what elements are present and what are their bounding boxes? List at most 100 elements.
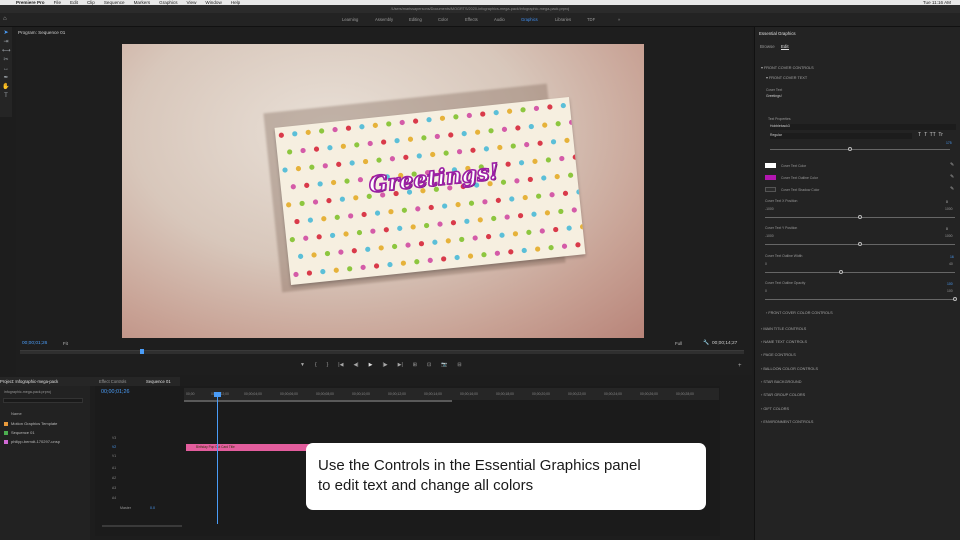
section-star-group-colors[interactable]: › STAR GROUP COLORS bbox=[761, 393, 805, 397]
section-front-cover-controls[interactable]: ▾ FRONT COVER CONTROLS bbox=[761, 65, 814, 70]
all-caps-button[interactable]: TT bbox=[930, 132, 936, 138]
export-frame-button[interactable]: 📷 bbox=[441, 362, 447, 370]
edit-tab[interactable]: Edit bbox=[781, 44, 789, 50]
selection-tool-icon[interactable]: ➤ bbox=[2, 30, 10, 36]
text-color-swatch[interactable] bbox=[765, 163, 776, 168]
more-workspaces-icon[interactable]: » bbox=[618, 17, 620, 22]
timeline-playhead-handle[interactable] bbox=[214, 392, 221, 397]
list-item[interactable]: philipp-berndt-170297-unsp bbox=[4, 439, 60, 444]
type-tool-icon[interactable]: T bbox=[2, 93, 10, 99]
pen-tool-icon[interactable]: ✒ bbox=[2, 75, 10, 81]
go-to-in-button[interactable]: |◀ bbox=[338, 362, 343, 370]
outline-opacity-slider[interactable] bbox=[765, 299, 955, 300]
tab-effect-controls[interactable]: Effect Controls bbox=[99, 377, 126, 386]
track-header-a4[interactable]: A4 bbox=[112, 496, 182, 504]
workspace-tab-editing[interactable]: Editing bbox=[409, 17, 422, 22]
slip-tool-icon[interactable]: ↔ bbox=[2, 66, 10, 72]
section-gift-colors[interactable]: › GIFT COLORS bbox=[761, 407, 789, 411]
font-select[interactable]: Hobbleback3 bbox=[770, 124, 956, 130]
x-position-slider-thumb[interactable] bbox=[858, 215, 862, 219]
lift-button[interactable]: ⊞ bbox=[413, 362, 417, 370]
mark-in-button[interactable]: { bbox=[315, 362, 317, 370]
shadow-color-swatch[interactable] bbox=[765, 187, 776, 192]
section-front-cover-text[interactable]: ▾ FRONT COVER TEXT bbox=[766, 75, 807, 80]
font-style-select[interactable]: Regular bbox=[770, 133, 912, 139]
timeline-ruler[interactable]: 00;00 00;00;02;00 00;00;04;00 00;00;06;0… bbox=[184, 388, 719, 400]
outline-width-value[interactable]: 16 bbox=[950, 255, 954, 259]
italic-button[interactable]: T bbox=[924, 132, 927, 138]
list-item[interactable]: Motion Graphics Template bbox=[4, 421, 57, 426]
ripple-edit-tool-icon[interactable]: ⟷ bbox=[2, 48, 11, 54]
home-icon[interactable]: ⌂ bbox=[3, 16, 7, 22]
section-main-title[interactable]: › MAIN TITLE CONTROLS bbox=[761, 327, 806, 331]
section-environment[interactable]: › ENVIRONMENT CONTROLS bbox=[761, 420, 813, 424]
essential-graphics-tab[interactable]: Essential Graphics bbox=[759, 31, 796, 36]
workspace-tab-graphics[interactable]: Graphics bbox=[521, 17, 538, 22]
eyedropper-icon[interactable]: ✎ bbox=[950, 174, 954, 180]
program-playhead[interactable] bbox=[140, 349, 144, 354]
extract-button[interactable]: ⊡ bbox=[427, 362, 431, 370]
workspace-tab-tdf[interactable]: TDF bbox=[587, 17, 595, 22]
outline-opacity-slider-thumb[interactable] bbox=[953, 297, 957, 301]
section-balloon-color[interactable]: › BALLOON COLOR CONTROLS bbox=[761, 367, 818, 371]
eyedropper-icon[interactable]: ✎ bbox=[950, 186, 954, 192]
section-page[interactable]: › PAGE CONTROLS bbox=[761, 353, 796, 357]
workspace-tab-learning[interactable]: Learning bbox=[342, 17, 358, 22]
play-button[interactable]: ▶ bbox=[369, 362, 373, 370]
font-size-slider-thumb[interactable] bbox=[848, 147, 852, 151]
workspace-tab-color[interactable]: Color bbox=[438, 17, 448, 22]
eyedropper-icon[interactable]: ✎ bbox=[950, 162, 954, 168]
timeline-timecode[interactable]: 00;00;01;26 bbox=[101, 389, 129, 395]
x-position-value[interactable]: 0 bbox=[946, 200, 948, 204]
master-volume-value[interactable]: 0.0 bbox=[150, 506, 155, 510]
go-to-out-button[interactable]: ▶| bbox=[398, 362, 403, 370]
hand-tool-icon[interactable]: ✋ bbox=[2, 84, 10, 90]
small-caps-button[interactable]: Tr bbox=[938, 132, 943, 138]
wrench-icon[interactable]: 🔧 bbox=[703, 340, 709, 346]
program-timecode[interactable]: 00;00;01;26 bbox=[22, 341, 47, 346]
tab-sequence-01[interactable]: Sequence 01 bbox=[146, 377, 171, 386]
section-name-text[interactable]: › NAME TEXT CONTROLS bbox=[761, 340, 807, 344]
razor-tool-icon[interactable]: ✂ bbox=[2, 57, 10, 63]
track-header-a3[interactable]: A3 bbox=[112, 486, 182, 494]
mark-out-button[interactable]: } bbox=[327, 362, 329, 370]
outline-width-slider[interactable] bbox=[765, 272, 955, 273]
bold-button[interactable]: T bbox=[918, 132, 921, 138]
project-search-input[interactable] bbox=[3, 398, 83, 403]
browse-tab[interactable]: Browse bbox=[760, 44, 775, 49]
track-header-v2[interactable]: V2 bbox=[112, 445, 182, 453]
outline-color-swatch[interactable] bbox=[765, 175, 776, 180]
track-header-a2[interactable]: A2 bbox=[112, 476, 182, 484]
track-select-tool-icon[interactable]: ⇥ bbox=[2, 39, 10, 45]
track-header-v3[interactable]: V3 bbox=[112, 436, 182, 444]
outline-width-slider-thumb[interactable] bbox=[839, 270, 843, 274]
workspace-tab-assembly[interactable]: Assembly bbox=[375, 17, 393, 22]
outline-opacity-value[interactable]: 100 bbox=[947, 282, 953, 286]
step-back-button[interactable]: ◀| bbox=[353, 362, 358, 370]
timeline-playhead[interactable] bbox=[217, 392, 218, 524]
y-position-slider-thumb[interactable] bbox=[858, 242, 862, 246]
add-button-icon[interactable]: + bbox=[738, 363, 742, 369]
step-forward-button[interactable]: |▶ bbox=[382, 362, 387, 370]
section-front-cover-color[interactable]: › FRONT COVER COLOR CONTROLS bbox=[766, 311, 833, 315]
track-header-a1[interactable]: A1 bbox=[112, 466, 182, 474]
program-monitor-tab[interactable]: Program: Sequence 01 bbox=[18, 30, 65, 35]
work-area-bar[interactable] bbox=[184, 400, 452, 402]
y-position-value[interactable]: 0 bbox=[946, 227, 948, 231]
font-size-slider[interactable] bbox=[770, 149, 950, 150]
name-column-header[interactable]: Name bbox=[11, 411, 22, 416]
zoom-level-select[interactable]: Fit bbox=[63, 341, 68, 346]
font-size-value[interactable]: 175 bbox=[946, 141, 952, 145]
cover-text-input[interactable]: Greetings! bbox=[766, 94, 782, 98]
program-scrub-bar[interactable] bbox=[20, 350, 744, 354]
resolution-select[interactable]: Full bbox=[675, 341, 682, 346]
list-item[interactable]: Sequence 01 bbox=[4, 430, 35, 435]
comparison-view-button[interactable]: ⊟ bbox=[457, 362, 461, 370]
track-header-v1[interactable]: V1 bbox=[112, 454, 182, 462]
tab-project[interactable]: Project: Infographic-mega-pack bbox=[0, 377, 58, 386]
add-marker-button[interactable]: ▼ bbox=[300, 362, 305, 370]
workspace-tab-effects[interactable]: Effects bbox=[465, 17, 478, 22]
workspace-tab-audio[interactable]: Audio bbox=[494, 17, 505, 22]
workspace-tab-libraries[interactable]: Libraries bbox=[555, 17, 571, 22]
section-star-background[interactable]: › STAR BACKGROUND bbox=[761, 380, 801, 384]
